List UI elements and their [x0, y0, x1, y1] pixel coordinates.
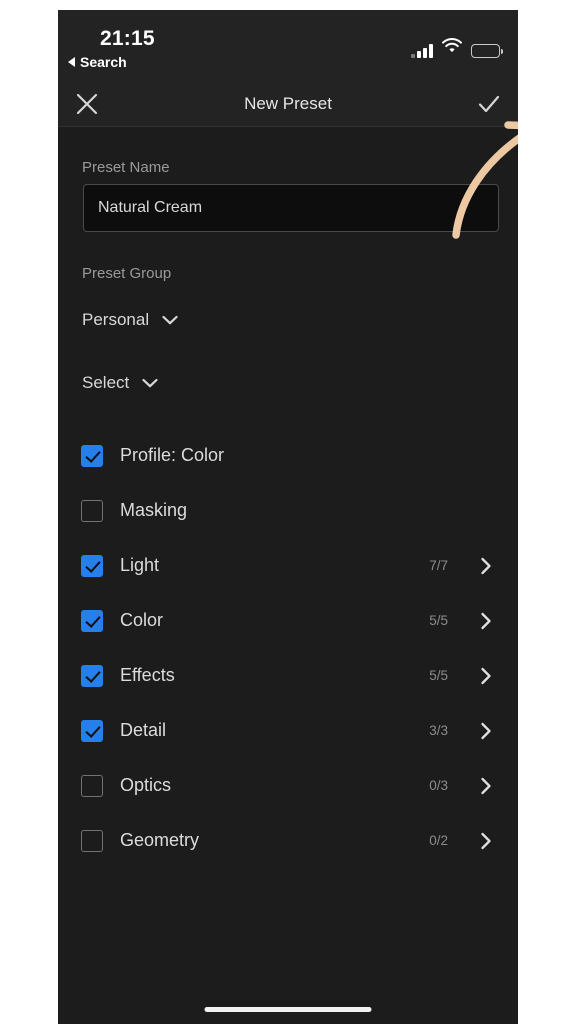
settings-row[interactable]: Masking [58, 483, 518, 538]
settings-checkbox-list: Profile: Color Masking Light 7/7 Color 5/5 Eff… [58, 428, 518, 868]
checkbox-checked-icon[interactable] [81, 664, 103, 687]
settings-row-count: 7/7 [429, 558, 448, 573]
settings-row-count: 0/2 [429, 833, 448, 848]
settings-row-label: Optics [120, 775, 172, 795]
status-bar: 21:15 Search [58, 10, 518, 82]
chevron-right-icon[interactable] [480, 667, 492, 685]
preset-form: Preset Name Natural Cream Preset Group P… [58, 128, 518, 1024]
screenshot-root: 21:15 Search New Preset Preset Name Natu… [0, 0, 576, 1024]
settings-row-count: 0/3 [429, 778, 448, 793]
settings-row-label: Detail [120, 720, 167, 740]
chevron-right-icon[interactable] [480, 832, 492, 850]
settings-row-label: Profile: Color [120, 445, 225, 465]
settings-row-count: 5/5 [429, 668, 448, 683]
settings-row[interactable]: Optics 0/3 [58, 758, 518, 813]
settings-row-label: Geometry [120, 830, 200, 850]
chevron-right-icon[interactable] [480, 557, 492, 575]
settings-row-label: Color [120, 610, 164, 630]
home-indicator [204, 1007, 372, 1012]
battery-low-icon [471, 44, 503, 58]
settings-row-count: 3/3 [429, 723, 448, 738]
chevron-right-icon[interactable] [480, 612, 492, 630]
wifi-icon [442, 37, 462, 58]
select-dropdown[interactable]: Select [82, 373, 158, 393]
settings-row[interactable]: Effects 5/5 [58, 648, 518, 703]
page-title: New Preset [244, 94, 332, 113]
checkbox-unchecked-icon[interactable] [81, 774, 103, 797]
settings-row[interactable]: Detail 3/3 [58, 703, 518, 758]
settings-row-label: Light [120, 555, 160, 575]
preset-name-label: Preset Name [82, 159, 170, 176]
checkbox-checked-icon[interactable] [81, 609, 103, 632]
status-bar-time: 21:15 [100, 27, 155, 50]
preset-group-value: Personal [82, 310, 150, 329]
preset-group-label: Preset Group [82, 265, 172, 282]
cellular-signal-icon [411, 44, 433, 58]
settings-row-label: Effects [120, 665, 175, 685]
checkbox-unchecked-icon[interactable] [81, 829, 103, 852]
settings-row-label: Masking [120, 500, 188, 520]
settings-row[interactable]: Light 7/7 [58, 538, 518, 593]
settings-row-count: 5/5 [429, 613, 448, 628]
navigation-bar: New Preset [58, 82, 518, 127]
triangle-left-icon [68, 57, 75, 67]
settings-row[interactable]: Profile: Color [58, 428, 518, 483]
checkbox-checked-icon[interactable] [81, 719, 103, 742]
checkbox-checked-icon[interactable] [81, 444, 103, 467]
phone-screen: 21:15 Search New Preset Preset Name Natu… [58, 10, 518, 1024]
chevron-down-icon [142, 373, 158, 393]
preset-name-input[interactable]: Natural Cream [83, 184, 499, 232]
chevron-right-icon[interactable] [480, 777, 492, 795]
back-to-search-label: Search [80, 54, 127, 70]
status-bar-indicators [411, 37, 503, 58]
checkbox-unchecked-icon[interactable] [81, 499, 103, 522]
checkmark-icon[interactable] [476, 91, 502, 117]
chevron-right-icon[interactable] [480, 722, 492, 740]
select-dropdown-value: Select [82, 373, 130, 392]
chevron-down-icon [162, 310, 178, 330]
checkbox-checked-icon[interactable] [81, 554, 103, 577]
settings-row[interactable]: Geometry 0/2 [58, 813, 518, 868]
back-to-search-button[interactable]: Search [68, 54, 127, 70]
settings-row[interactable]: Color 5/5 [58, 593, 518, 648]
preset-group-dropdown[interactable]: Personal [82, 310, 178, 330]
